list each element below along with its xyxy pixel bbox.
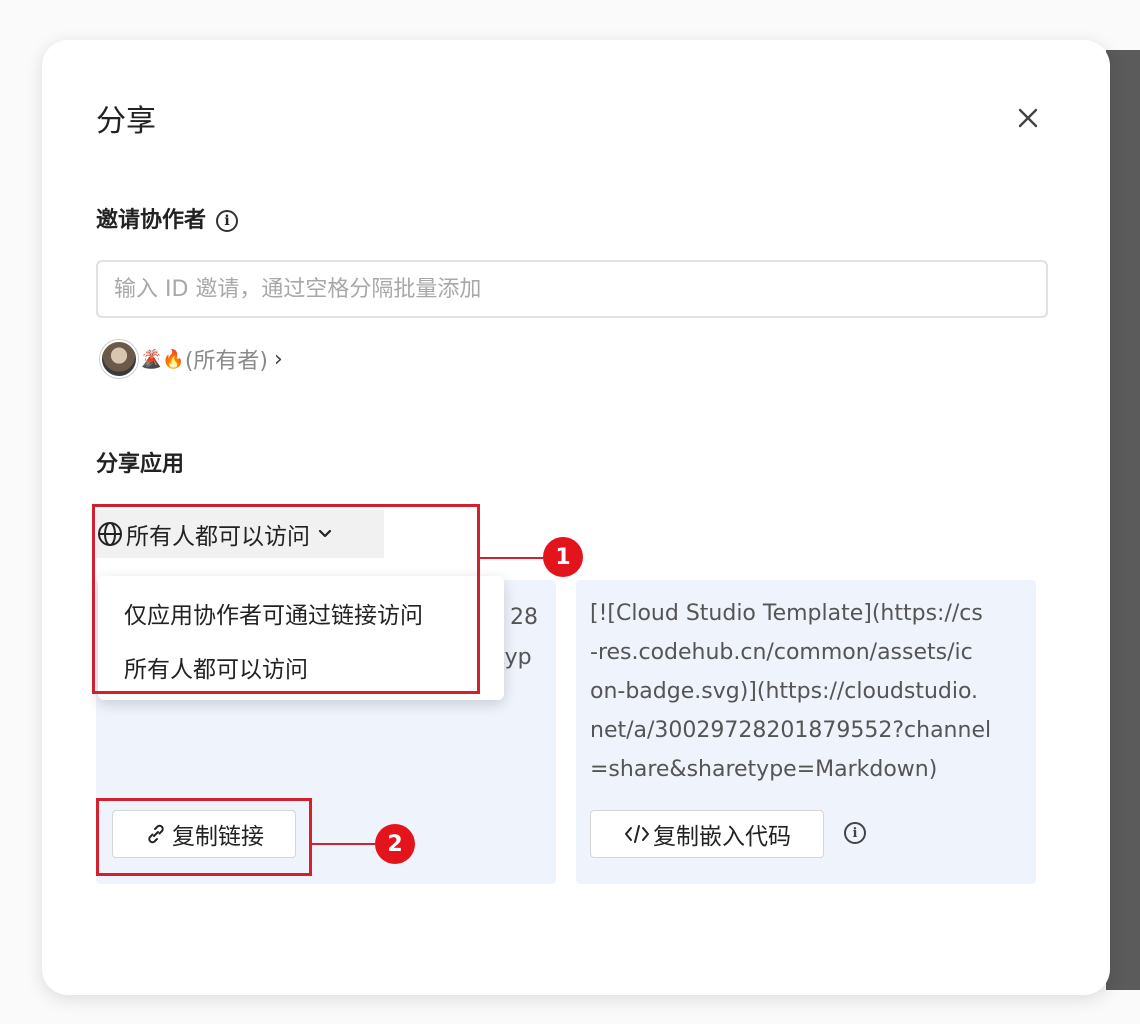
embed-code-line: =share&sharetype=Markdown) bbox=[590, 757, 938, 782]
background-window-edge bbox=[1106, 50, 1140, 990]
embed-code-line: net/a/30029728201879552?channel bbox=[590, 718, 992, 743]
annotation-connector-1 bbox=[480, 557, 546, 559]
copy-embed-code-label: 复制嵌入代码 bbox=[653, 824, 791, 850]
embed-code-line: on-badge.svg)](https://cloudstudio. bbox=[590, 679, 979, 704]
embed-code-line: [![Cloud Studio Template](https://cs bbox=[590, 601, 983, 626]
annotation-badge-2: 2 bbox=[375, 824, 415, 864]
close-button[interactable] bbox=[1010, 100, 1046, 136]
link-text-visible-fragment: 28 typ bbox=[496, 598, 538, 678]
owner-role-label: (所有者) bbox=[184, 349, 268, 374]
close-icon bbox=[1018, 108, 1038, 128]
link-text-line: 28 bbox=[510, 605, 538, 630]
share-app-label: 分享应用 bbox=[96, 452, 185, 477]
owner-emoji: 🌋🔥 bbox=[140, 348, 185, 370]
avatar bbox=[100, 340, 138, 378]
copy-embed-code-button[interactable]: 复制嵌入代码 bbox=[590, 810, 824, 858]
annotation-badge-1: 1 bbox=[543, 537, 583, 577]
invite-id-input[interactable] bbox=[96, 260, 1048, 318]
annotation-box-2 bbox=[96, 798, 312, 876]
annotation-box-1 bbox=[92, 504, 480, 694]
chevron-right-icon: › bbox=[274, 346, 283, 372]
invite-label-text: 邀请协作者 bbox=[96, 208, 207, 233]
invite-collaborators-label: 邀请协作者 i bbox=[96, 202, 239, 234]
embed-code-line: -res.codehub.cn/common/assets/ic bbox=[590, 640, 973, 665]
dialog-title: 分享 bbox=[96, 104, 156, 139]
info-icon[interactable]: i bbox=[216, 210, 239, 232]
code-icon bbox=[625, 825, 649, 843]
owner-row[interactable]: 🌋🔥 (所有者) › bbox=[100, 340, 283, 378]
annotation-connector-2 bbox=[312, 843, 378, 845]
embed-info-icon[interactable]: i bbox=[844, 822, 866, 844]
embed-code-text[interactable]: [![Cloud Studio Template](https://cs -re… bbox=[590, 594, 1020, 789]
